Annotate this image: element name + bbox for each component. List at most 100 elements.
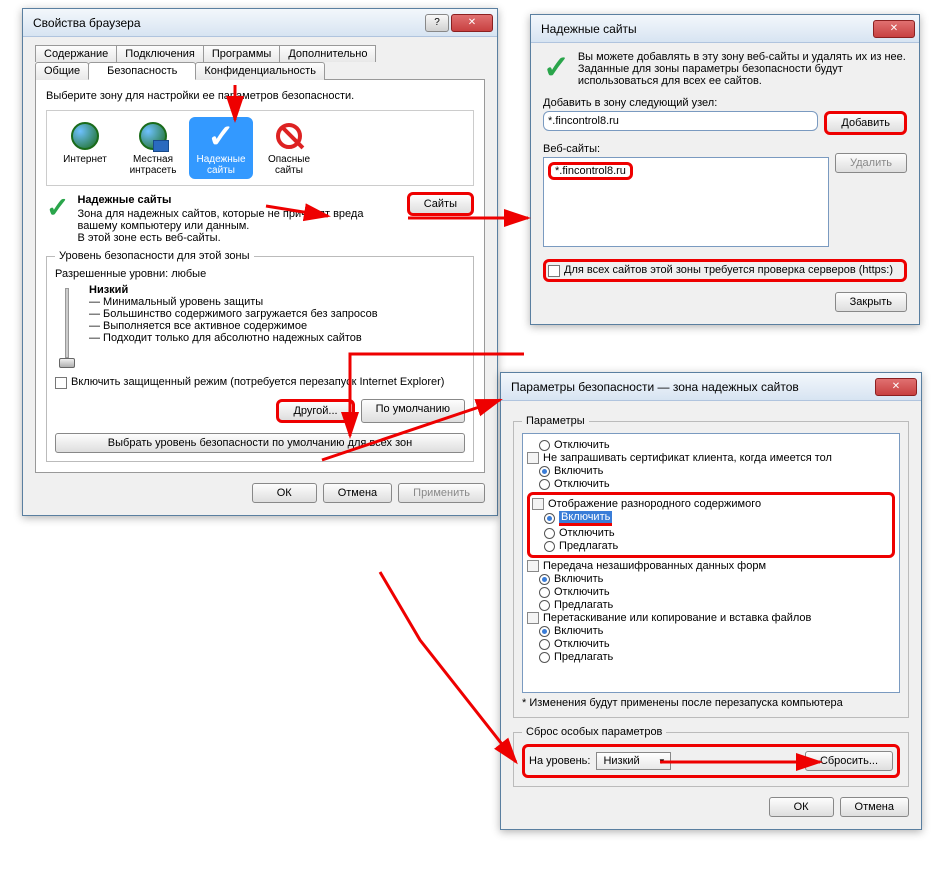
radio-icon[interactable] [539, 639, 550, 650]
win3-titlebar[interactable]: Параметры безопасности — зона надежных с… [501, 373, 921, 401]
radio-icon[interactable] [539, 574, 550, 585]
radio-icon[interactable] [539, 600, 550, 611]
win3-body: Параметры Отключить Не запрашивать серти… [501, 401, 921, 829]
win1-dialog-buttons: ОК Отмена Применить [35, 483, 485, 503]
website-item[interactable]: *.fincontrol8.ru [548, 162, 633, 180]
checkmark-icon: ✓ [543, 51, 570, 83]
tab-general[interactable]: Общие [35, 62, 89, 80]
add-site-input[interactable] [543, 111, 818, 131]
allowed-levels: Разрешенные уровни: любые [55, 268, 465, 280]
level-b1: — Минимальный уровень защиты [89, 296, 465, 308]
checkbox-icon [548, 265, 560, 277]
tab-privacy[interactable]: Конфиденциальность [195, 62, 325, 80]
tab-programs[interactable]: Программы [203, 45, 280, 62]
radio-icon[interactable] [539, 626, 550, 637]
trusted-sites-window: Надежные сайты ✕ ✓ Вы можете добавлять в… [530, 14, 920, 325]
radio-icon[interactable] [539, 652, 550, 663]
require-https-label: Для всех сайтов этой зоны требуется пров… [564, 264, 893, 276]
tree-group-icon [527, 612, 539, 624]
remove-button[interactable]: Удалить [835, 153, 907, 173]
level-b3: — Выполняется все активное содержимое [89, 320, 465, 332]
close-dialog-button[interactable]: Закрыть [835, 292, 907, 312]
internet-options-window: Свойства браузера ? ✕ Содержание Подключ… [22, 8, 498, 516]
tab-security[interactable]: Безопасность [88, 62, 196, 80]
radio-icon[interactable] [539, 440, 550, 451]
tab-advanced[interactable]: Дополнительно [279, 45, 376, 62]
restricted-icon [276, 123, 302, 149]
tab-content[interactable]: Содержание [35, 45, 117, 62]
checkmark-icon: ✓ [208, 120, 235, 152]
protected-mode-checkbox[interactable]: Включить защищенный режим (потребуется п… [55, 376, 465, 389]
win2-titlebar[interactable]: Надежные сайты ✕ [531, 15, 919, 43]
tabs-row1: Содержание Подключения Программы Дополни… [35, 45, 485, 62]
apply-button[interactable]: Применить [398, 483, 485, 503]
security-panel: Выберите зону для настройки ее параметро… [35, 79, 485, 473]
level-info: Низкий — Минимальный уровень защиты — Бо… [89, 284, 465, 368]
zone-desc-text: Надежные сайты Зона для надежных сайтов,… [77, 194, 398, 244]
ok-button[interactable]: ОК [252, 483, 317, 503]
security-level-group: Уровень безопасности для этой зоны Разре… [46, 250, 474, 462]
win1-title: Свойства браузера [33, 16, 425, 30]
reset-all-zones-button[interactable]: Выбрать уровень безопасности по умолчани… [55, 433, 465, 453]
require-https-checkbox[interactable]: Для всех сайтов этой зоны требуется пров… [543, 259, 907, 282]
win1-body: Содержание Подключения Программы Дополни… [23, 37, 497, 515]
zone-internet[interactable]: Интернет [53, 117, 117, 179]
radio-icon[interactable] [539, 479, 550, 490]
cancel-button[interactable]: Отмена [840, 797, 909, 817]
level-name: Низкий [89, 284, 465, 296]
close-button[interactable]: ✕ [875, 378, 917, 396]
radio-icon[interactable] [544, 541, 555, 552]
reset-button[interactable]: Сбросить... [805, 751, 893, 771]
win2-title: Надежные сайты [541, 22, 873, 36]
reset-group: Сброс особых параметров На уровень: Низк… [513, 726, 909, 787]
checkbox-icon [55, 377, 67, 389]
zone-desc1: Зона для надежных сайтов, которые не при… [77, 208, 363, 232]
radio-icon[interactable] [544, 528, 555, 539]
websites-listbox[interactable]: *.fincontrol8.ru [543, 157, 829, 247]
radio-icon[interactable] [539, 587, 550, 598]
zone-intranet[interactable]: Местная интрасеть [121, 117, 185, 179]
level-legend: Уровень безопасности для этой зоны [55, 250, 254, 262]
zone-desc-title: Надежные сайты [77, 194, 398, 206]
level-b2: — Большинство содержимого загружается бе… [89, 308, 465, 320]
reset-label: На уровень: [529, 755, 590, 767]
cancel-button[interactable]: Отмена [323, 483, 392, 503]
intranet-icon [139, 122, 167, 150]
radio-icon[interactable] [544, 513, 555, 524]
win2-body: ✓ Вы можете добавлять в эту зону веб-сай… [531, 43, 919, 324]
restart-note: * Изменения будут применены после переза… [522, 697, 900, 709]
help-button[interactable]: ? [425, 14, 449, 32]
params-legend: Параметры [522, 415, 589, 427]
radio-icon[interactable] [539, 466, 550, 477]
zone-label: Интернет [56, 154, 114, 165]
ok-button[interactable]: ОК [769, 797, 834, 817]
security-slider[interactable] [55, 284, 79, 368]
win3-title: Параметры безопасности — зона надежных с… [511, 380, 875, 394]
reset-level-select[interactable]: Низкий [596, 752, 671, 770]
zone-description: ✓ Надежные сайты Зона для надежных сайто… [46, 194, 474, 244]
zone-label: Местная интрасеть [124, 154, 182, 176]
custom-level-button[interactable]: Другой... [276, 399, 354, 423]
zone-trusted[interactable]: ✓ Надежные сайты [189, 117, 253, 179]
sites-button[interactable]: Сайты [407, 192, 474, 216]
close-button[interactable]: ✕ [451, 14, 493, 32]
level-b4: — Подходит только для абсолютно надежных… [89, 332, 465, 344]
zone-desc2: В этой зоне есть веб-сайты. [77, 232, 220, 244]
reset-legend: Сброс особых параметров [522, 726, 666, 738]
win2-intro: Вы можете добавлять в эту зону веб-сайты… [578, 51, 907, 87]
security-settings-window: Параметры безопасности — зона надежных с… [500, 372, 922, 830]
add-button[interactable]: Добавить [824, 111, 907, 135]
default-level-button[interactable]: По умолчанию [361, 399, 465, 423]
globe-icon [71, 122, 99, 150]
zone-label: Опасные сайты [260, 154, 318, 176]
tree-group-icon [527, 560, 539, 572]
tabs-row2: Общие Безопасность Конфиденциальность [35, 62, 485, 80]
tab-connections[interactable]: Подключения [116, 45, 204, 62]
zone-label: Надежные сайты [192, 154, 250, 176]
close-button[interactable]: ✕ [873, 20, 915, 38]
zone-prompt: Выберите зону для настройки ее параметро… [46, 90, 474, 102]
win1-titlebar[interactable]: Свойства браузера ? ✕ [23, 9, 497, 37]
settings-tree[interactable]: Отключить Не запрашивать сертификат клие… [522, 433, 900, 693]
zone-restricted[interactable]: Опасные сайты [257, 117, 321, 179]
protected-mode-label: Включить защищенный режим (потребуется п… [71, 376, 444, 388]
